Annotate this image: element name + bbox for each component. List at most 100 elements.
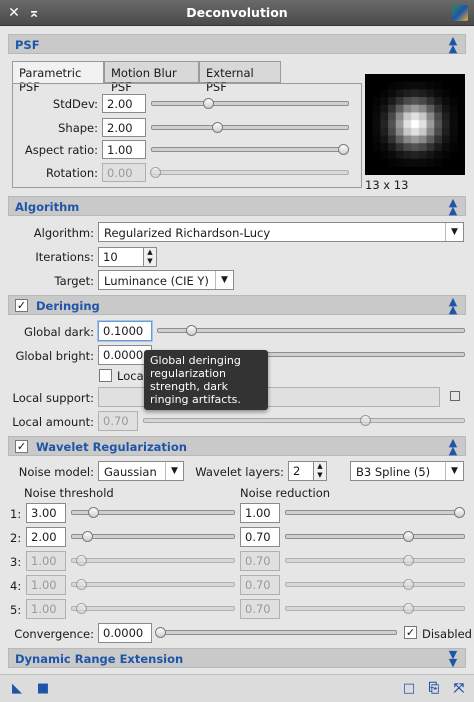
iterations-stepper[interactable]: ▲ ▼ (143, 247, 157, 267)
local-deringing-checkbox[interactable] (99, 369, 112, 382)
layer-label: 3: (10, 555, 22, 569)
rotation-slider[interactable] (151, 170, 349, 175)
noise-model-label: Noise model: (18, 465, 94, 479)
aspect-ratio-field[interactable]: 1.00 (102, 140, 146, 159)
convergence-slider-knob[interactable] (155, 627, 166, 638)
apply-global-icon[interactable]: ■ (36, 682, 50, 696)
wavelet-layers-stepper[interactable]: ▲ ▼ (313, 461, 327, 481)
collapse-icon[interactable]: ▲ ▲ (447, 437, 459, 456)
shape-slider-knob[interactable] (212, 122, 224, 133)
aspect-ratio-slider[interactable] (151, 147, 349, 152)
noise-threshold-slider-knob[interactable] (82, 531, 94, 542)
stddev-slider[interactable] (151, 101, 349, 106)
wavelet-section-header[interactable]: ✓ Wavelet Regularization ▲ ▲ (8, 436, 466, 456)
convergence-label: Convergence: (14, 627, 94, 641)
noise-reduction-field[interactable]: 0.70 (240, 575, 280, 595)
noise-reduction-slider-knob[interactable] (403, 603, 414, 614)
algorithm-label: Algorithm: (33, 226, 94, 240)
wavelet-layers-label: Wavelet layers: (195, 465, 284, 479)
convergence-field[interactable]: 0.0000 (98, 623, 152, 643)
chevron-down-icon: ▼ (215, 271, 233, 289)
aspect-ratio-slider-knob[interactable] (338, 144, 349, 155)
noise-threshold-slider[interactable] (71, 534, 235, 539)
psf-header-label: PSF (15, 38, 40, 52)
tab-parametric-psf[interactable]: Parametric PSF (12, 61, 104, 94)
global-dark-slider[interactable] (157, 328, 465, 333)
noise-threshold-slider[interactable] (71, 582, 235, 587)
local-amount-slider-knob[interactable] (360, 415, 372, 426)
stddev-field[interactable]: 2.00 (102, 94, 146, 113)
rotation-slider-knob[interactable] (150, 167, 161, 178)
noise-reduction-field[interactable]: 0.70 (240, 551, 280, 571)
shape-field[interactable]: 2.00 (102, 118, 146, 137)
algorithm-section-header[interactable]: Algorithm ▲ ▲ (8, 196, 466, 216)
global-dark-slider-knob[interactable] (185, 325, 197, 336)
psf-section-header[interactable]: PSF ▲ ▲ (8, 34, 466, 54)
noise-reduction-field[interactable]: 0.70 (240, 527, 280, 547)
rotation-field[interactable]: 0.00 (102, 163, 146, 182)
tooltip: Global deringing regularization strength… (144, 350, 268, 410)
reset-icon[interactable]: ⤧ (452, 682, 466, 696)
wavelet-checkbox[interactable]: ✓ (15, 440, 28, 453)
tab-external-psf[interactable]: External PSF (199, 61, 281, 94)
layer-label: 1: (10, 507, 22, 521)
noise-threshold-field[interactable]: 2.00 (26, 527, 66, 547)
local-deringing-label: Local (117, 369, 147, 383)
browse-documentation-icon[interactable]: ⎘ (427, 682, 441, 696)
noise-threshold-field[interactable]: 1.00 (26, 551, 66, 571)
noise-reduction-slider[interactable] (285, 606, 465, 611)
iterations-field[interactable]: 10 (98, 247, 144, 267)
noise-threshold-field[interactable]: 3.00 (26, 503, 66, 523)
deringing-checkbox[interactable]: ✓ (15, 299, 28, 312)
noise-threshold-slider-knob[interactable] (76, 579, 88, 590)
expand-icon[interactable]: ▼ ▼ (447, 649, 459, 668)
convergence-slider[interactable] (157, 630, 397, 635)
noise-threshold-slider[interactable] (71, 606, 235, 611)
bottom-toolbar: ◣ ■ □ ⎘ ⤧ (0, 674, 474, 702)
noise-threshold-field[interactable]: 1.00 (26, 575, 66, 595)
dynamic-range-extension-header[interactable]: Dynamic Range Extension ▼ ▼ (8, 648, 466, 668)
noise-reduction-slider-knob[interactable] (403, 531, 414, 542)
noise-threshold-field[interactable]: 1.00 (26, 599, 66, 619)
noise-reduction-slider[interactable] (285, 510, 465, 515)
local-amount-field[interactable]: 0.70 (98, 411, 138, 431)
new-instance-icon[interactable]: ◣ (10, 682, 24, 696)
global-dark-field[interactable]: 0.1000 (98, 321, 152, 341)
noise-reduction-slider-knob[interactable] (403, 579, 414, 590)
disabled-label: Disabled (422, 627, 472, 641)
noise-threshold-slider-knob[interactable] (76, 603, 88, 614)
chevron-down-icon: ▼ (445, 462, 463, 480)
wavelet-layers-field[interactable]: 2 (288, 461, 314, 481)
noise-threshold-header: Noise threshold (24, 486, 114, 500)
shape-slider[interactable] (151, 125, 349, 130)
noise-reduction-slider-knob[interactable] (403, 555, 414, 566)
target-select[interactable]: Luminance (CIE Y) ▼ (98, 270, 234, 290)
noise-reduction-field[interactable]: 0.70 (240, 599, 280, 619)
noise-threshold-slider-knob[interactable] (76, 555, 88, 566)
file-browse-icon[interactable] (450, 391, 460, 401)
noise-reduction-slider[interactable] (285, 582, 465, 587)
algorithm-select[interactable]: Regularized Richardson-Lucy ▼ (98, 222, 464, 242)
algorithm-header-label: Algorithm (15, 200, 80, 214)
noise-reduction-slider-knob[interactable] (454, 507, 465, 518)
noise-threshold-slider-knob[interactable] (88, 507, 100, 518)
noise-threshold-slider[interactable] (71, 558, 235, 563)
noise-model-select[interactable]: Gaussian ▼ (98, 461, 184, 481)
scaling-function-select[interactable]: B3 Spline (5) ▼ (350, 461, 464, 481)
title-bar: ✕ ⌅ Deconvolution (0, 0, 474, 26)
window-title: Deconvolution (186, 5, 288, 20)
noise-reduction-slider[interactable] (285, 534, 465, 539)
tab-motion-blur-psf[interactable]: Motion Blur PSF (104, 61, 199, 94)
stddev-slider-knob[interactable] (202, 98, 214, 109)
collapse-icon[interactable]: ▲ ▲ (447, 197, 459, 216)
collapse-icon[interactable]: ▲ ▲ (447, 296, 459, 315)
local-amount-slider[interactable] (143, 418, 465, 423)
preview-icon[interactable]: □ (402, 682, 416, 696)
noise-reduction-field[interactable]: 1.00 (240, 503, 280, 523)
disabled-checkbox[interactable]: ✓ (404, 626, 417, 639)
noise-reduction-slider[interactable] (285, 558, 465, 563)
global-dark-label: Global dark: (24, 325, 94, 339)
deringing-section-header[interactable]: ✓ Deringing ▲ ▲ (8, 295, 466, 315)
layer-label: 5: (10, 603, 22, 617)
collapse-icon[interactable]: ▲ ▲ (447, 35, 459, 54)
